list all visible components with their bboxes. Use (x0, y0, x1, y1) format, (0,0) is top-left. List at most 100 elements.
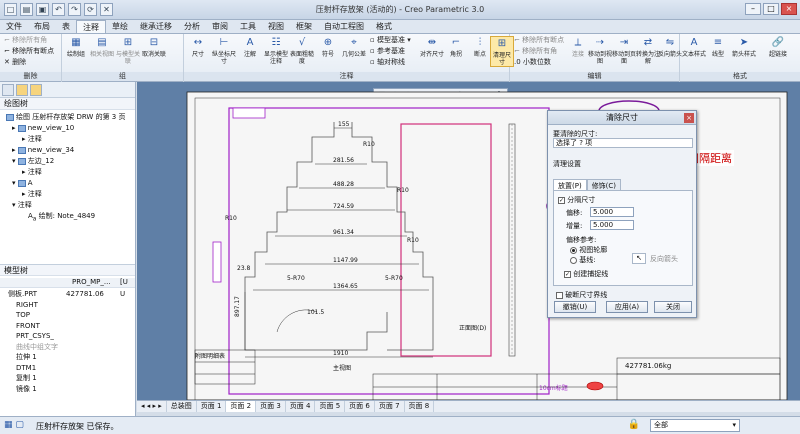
dim-label[interactable]: 1147.99 (333, 257, 358, 264)
tab-view[interactable]: 视图 (262, 20, 290, 33)
draw-group-button[interactable]: ▦ 绘制组 (64, 36, 88, 58)
axis-symmetric-line-button[interactable]: ▫ 轴对称线 (370, 57, 405, 67)
align-dimension-button[interactable]: ⇹ 对齐尺寸 (420, 36, 444, 58)
tab-layout[interactable]: 布局 (28, 20, 56, 33)
dim-label[interactable]: 724.59 (333, 203, 354, 210)
apply-button[interactable]: 应用(A) (606, 301, 648, 313)
column-header-unit[interactable]: [U (120, 278, 128, 286)
selected-dims-field[interactable]: 选择了 ? 项 (553, 138, 693, 148)
tab-file[interactable]: 文件 (0, 20, 28, 33)
dim-label[interactable]: R10 (407, 237, 419, 244)
regenerate-icon[interactable]: ⟳ (84, 3, 97, 16)
geometric-tolerance-button[interactable]: ⌖ 几何公差 (342, 36, 366, 58)
tab-auto-drawing[interactable]: 自动工程图 (318, 20, 370, 33)
dim-label[interactable]: R10 (363, 141, 375, 148)
redo-icon[interactable]: ↷ (68, 3, 81, 16)
create-snap-lines-checkbox[interactable]: ✓ 创建捕捉线 (564, 269, 608, 279)
model-tree-row[interactable]: TOP (0, 310, 135, 321)
select-baseline-icon[interactable]: ↖ (632, 253, 646, 264)
tree-item[interactable]: ▾ 左边_12 (0, 156, 135, 167)
dim-label[interactable]: 1910 (333, 350, 348, 357)
tree-item[interactable]: ▸ 注释 (0, 134, 135, 145)
show-model-annotations-button[interactable]: ☷ 显示模型注释 (264, 36, 288, 65)
drawing-canvas[interactable]: ⊡ ⊕ ⊖ ▢ ◪ ⌗ ⊥ ∙ ⌖ A (137, 82, 800, 400)
break-extension-lines-checkbox[interactable]: 破断尺寸界线 (556, 290, 607, 300)
tab-analysis[interactable]: 分析 (178, 20, 206, 33)
open-icon[interactable]: ▤ (20, 3, 33, 16)
dimension-button[interactable]: ↔ 尺寸 (186, 36, 210, 58)
sheet-tab[interactable]: 总装图 (167, 401, 197, 412)
symbol-button[interactable]: ⊕ 符号 (316, 36, 340, 58)
view-label[interactable]: 正面图(D) (459, 325, 486, 332)
favorites-tab-icon[interactable] (30, 84, 42, 96)
close-dialog-button[interactable]: 关闭 (654, 301, 692, 313)
remove-all-corners-2-button[interactable]: ⌐ 移除所有角 (514, 46, 557, 56)
related-view-button[interactable]: ▤ 相关视图 (90, 36, 114, 58)
jog-button[interactable]: ⌐ 角拐 (444, 36, 468, 58)
remove-all-breaks-button[interactable]: ⌐ 移除所有断点 (4, 46, 54, 56)
view-outline-radio[interactable]: 视图轮廓 (570, 245, 607, 255)
model-tree-row[interactable]: 复制 1 (0, 373, 135, 384)
tree-item[interactable]: Aa 绘制: Note_4849 (0, 211, 135, 222)
dim-label[interactable]: 101.5 (307, 309, 324, 316)
model-tree-row[interactable]: 侧板.PRT 427781.06 U (0, 289, 135, 300)
associate-model-button[interactable]: ⊞ 与模型关联 (116, 36, 140, 65)
model-tree-row[interactable]: 曲线中组文字 (0, 342, 135, 353)
sheet-tab[interactable]: 页面 5 (315, 401, 346, 412)
dim-label[interactable]: 155 (338, 121, 350, 128)
dim-label[interactable]: 5-R70 (287, 275, 305, 282)
baseline-radio[interactable]: 基线: (570, 255, 596, 265)
text-style-button[interactable]: A 文本样式 (682, 36, 706, 58)
surface-finish-button[interactable]: √ 表面粗糙度 (290, 36, 314, 65)
dim-label[interactable]: 23.8 (237, 265, 251, 272)
sheet-tab[interactable]: 页面 1 (197, 401, 227, 412)
dim-label[interactable]: 897.17 (234, 296, 241, 317)
minimize-button[interactable]: – (745, 3, 761, 15)
arrow-style-button[interactable]: ➤ 箭头样式 (732, 36, 756, 58)
move-to-page-button[interactable]: ⇥ 移动到页面 (612, 36, 636, 65)
sheet-tab-nav[interactable]: ◂ ◂ ▸ ▸ (137, 401, 167, 412)
connect-button[interactable]: ⟂ 连接 (566, 36, 590, 58)
tab-annotate[interactable]: 注释 (76, 20, 106, 33)
flip-arrow-option[interactable]: 反向箭头 (650, 254, 678, 264)
dim-label[interactable]: 488.28 (333, 181, 354, 188)
tree-item[interactable]: 绘图 压射杆存放架 DRW 的第 3 页 (0, 112, 135, 123)
sheet-tab[interactable]: 页面 4 (286, 401, 316, 412)
delete-button[interactable]: ✕ 删除 (4, 57, 26, 67)
sheet-tab[interactable]: 页面 2 (226, 401, 257, 412)
folder-tab-icon[interactable] (16, 84, 28, 96)
close-window-icon[interactable]: ✕ (100, 3, 113, 16)
selection-filter[interactable]: 全部 ▾ (650, 419, 740, 432)
offset-input[interactable]: 5.000 (590, 207, 634, 217)
tab-frame[interactable]: 框架 (290, 20, 318, 33)
tab-review[interactable]: 审阅 (206, 20, 234, 33)
lock-icon[interactable]: 🔒 (628, 419, 640, 430)
tab-legacy-migration[interactable]: 继承迁移 (134, 20, 178, 33)
decimal-places-button[interactable]: .0 小数位数 (514, 57, 551, 67)
undo-button[interactable]: 撤销(U) (554, 301, 596, 313)
close-button[interactable]: × (781, 3, 797, 15)
maximize-button[interactable]: □ (763, 3, 779, 15)
ordinate-dimension-button[interactable]: ⊢ 纵坐标尺寸 (212, 36, 236, 65)
remove-all-breaks-2-button[interactable]: ⌐ 移除所有断点 (514, 35, 564, 45)
dim-label[interactable]: 1364.65 (333, 283, 358, 290)
tree-item[interactable]: ▸ new_view_10 (0, 123, 135, 134)
column-header-mass[interactable]: PRO_MP_... (72, 278, 111, 286)
tab-format[interactable]: 格式 (370, 20, 398, 33)
model-tree-row[interactable]: DTM1 (0, 363, 135, 374)
convert-to-note-button[interactable]: ⇄ 转换为注解 (636, 36, 660, 65)
save-icon[interactable]: ▣ (36, 3, 49, 16)
reference-datum-button[interactable]: ▫ 参考基准 (370, 46, 405, 56)
model-datum-button[interactable]: ▫ 模型基准 ▾ (370, 35, 411, 45)
dim-label[interactable]: 5-R70 (385, 275, 403, 282)
view-label[interactable]: 主视图 (333, 364, 351, 372)
remove-all-corners-button[interactable]: ⌐ 移除所有角 (4, 35, 47, 45)
model-tree-row[interactable]: 镜像 1 (0, 384, 135, 395)
model-tree-row[interactable]: FRONT (0, 321, 135, 332)
tree-item[interactable]: ▾ 注释 (0, 200, 135, 211)
increment-input[interactable]: 5.000 (590, 220, 634, 230)
sheet-tab[interactable]: 页面 3 (256, 401, 286, 412)
sheet-tab[interactable]: 页面 6 (345, 401, 375, 412)
disassociate-button[interactable]: ⊟ 取消关联 (142, 36, 166, 58)
model-tree-row[interactable]: 拉伸 1 (0, 352, 135, 363)
